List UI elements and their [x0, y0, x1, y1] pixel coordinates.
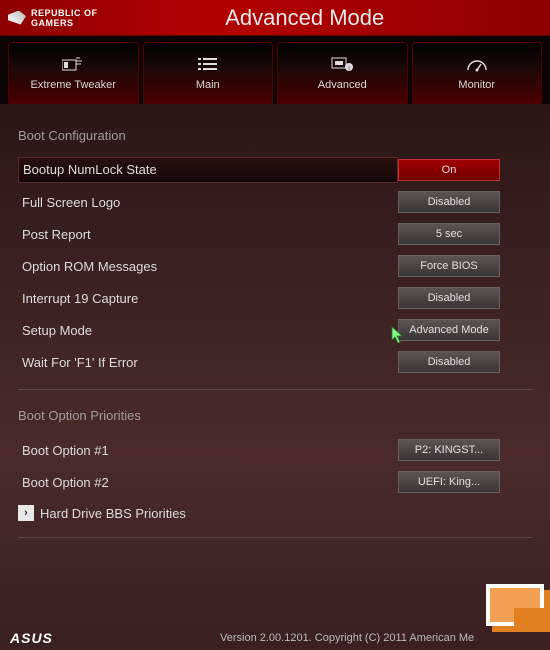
- setting-row-setup-mode[interactable]: Setup Mode Advanced Mode: [18, 317, 532, 343]
- boot-option-1-row[interactable]: Boot Option #1 P2: KINGST...: [18, 437, 532, 463]
- tab-extreme-tweaker[interactable]: Extreme Tweaker: [8, 42, 139, 104]
- setting-row-post-report[interactable]: Post Report 5 sec: [18, 221, 532, 247]
- tab-advanced[interactable]: i Advanced: [277, 42, 408, 104]
- tab-monitor[interactable]: Monitor: [412, 42, 543, 104]
- tab-main[interactable]: Main: [143, 42, 274, 104]
- rog-eye-icon: [8, 11, 26, 25]
- setting-value-button[interactable]: Disabled: [398, 191, 500, 213]
- setting-label: Setup Mode: [18, 323, 398, 338]
- submenu-hdd-bbs[interactable]: › Hard Drive BBS Priorities: [18, 501, 532, 525]
- page-title: Advanced Mode: [68, 5, 542, 31]
- setting-label: Bootup NumLock State: [18, 157, 398, 183]
- gauge-icon: [465, 55, 489, 73]
- setting-label: Boot Option #1: [18, 443, 398, 458]
- content-panel: Boot Configuration Bootup NumLock State …: [0, 104, 550, 538]
- section-boot-priorities-title: Boot Option Priorities: [18, 408, 532, 423]
- chevron-right-icon: ›: [18, 505, 34, 521]
- tab-label: Monitor: [458, 79, 495, 91]
- svg-text:i: i: [349, 66, 350, 72]
- divider: [18, 537, 532, 538]
- list-icon: [196, 55, 220, 73]
- watermark-logo: [484, 582, 550, 632]
- setting-value-button[interactable]: P2: KINGST...: [398, 439, 500, 461]
- setting-label: Post Report: [18, 227, 398, 242]
- version-text: Version 2.00.1201. Copyright (C) 2011 Am…: [220, 632, 474, 644]
- header-bar: REPUBLIC OF GAMERS Advanced Mode: [0, 0, 550, 36]
- submenu-label: Hard Drive BBS Priorities: [40, 506, 186, 521]
- setting-value-button[interactable]: Disabled: [398, 351, 500, 373]
- tab-bar: Extreme Tweaker Main i Advanced Monitor: [0, 36, 550, 104]
- setting-label: Boot Option #2: [18, 475, 398, 490]
- vendor-logo: ASUS: [10, 630, 53, 646]
- tab-label: Main: [196, 79, 220, 91]
- setting-row-int19[interactable]: Interrupt 19 Capture Disabled: [18, 285, 532, 311]
- setting-value-button[interactable]: Disabled: [398, 287, 500, 309]
- setting-row-fullscreen-logo[interactable]: Full Screen Logo Disabled: [18, 189, 532, 215]
- setting-value-button[interactable]: Force BIOS: [398, 255, 500, 277]
- tab-label: Advanced: [318, 79, 367, 91]
- setting-row-numlock[interactable]: Bootup NumLock State On: [18, 157, 532, 183]
- setting-label: Full Screen Logo: [18, 195, 398, 210]
- setting-row-option-rom[interactable]: Option ROM Messages Force BIOS: [18, 253, 532, 279]
- boot-option-2-row[interactable]: Boot Option #2 UEFI: King...: [18, 469, 532, 495]
- setting-label: Wait For 'F1' If Error: [18, 355, 398, 370]
- section-boot-config-title: Boot Configuration: [18, 128, 532, 143]
- chip-info-icon: i: [330, 55, 354, 73]
- tab-label: Extreme Tweaker: [31, 79, 116, 91]
- setting-value-button[interactable]: 5 sec: [398, 223, 500, 245]
- tweaker-icon: [61, 55, 85, 73]
- setting-label: Option ROM Messages: [18, 259, 398, 274]
- setting-value-button[interactable]: Advanced Mode: [398, 319, 500, 341]
- divider: [18, 389, 532, 390]
- setting-label: Interrupt 19 Capture: [18, 291, 398, 306]
- setting-row-wait-f1[interactable]: Wait For 'F1' If Error Disabled: [18, 349, 532, 375]
- setting-value-button[interactable]: On: [398, 159, 500, 181]
- setting-value-button[interactable]: UEFI: King...: [398, 471, 500, 493]
